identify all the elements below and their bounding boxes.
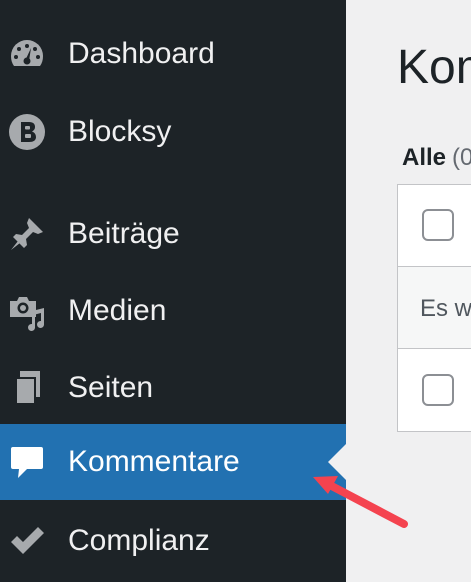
sidebar-item-label: Seiten bbox=[68, 371, 154, 404]
main-content: Kommentare Alle (0) Es wurden keine Komme… bbox=[346, 0, 471, 582]
filter-count: (0) bbox=[452, 144, 471, 171]
table-row: Es wurden keine Kommentare gefunden. bbox=[398, 267, 471, 349]
sidebar-item-kommentare[interactable]: Kommentare bbox=[0, 424, 347, 500]
sidebar-item-seiten[interactable]: Seiten bbox=[0, 350, 346, 426]
media-icon bbox=[6, 290, 48, 332]
table-header-row bbox=[398, 185, 471, 267]
filter-label: Alle bbox=[402, 144, 447, 171]
select-all-checkbox[interactable] bbox=[422, 209, 454, 241]
page-title: Kommentare bbox=[397, 41, 471, 94]
checkmark-icon bbox=[6, 520, 48, 562]
pages-icon bbox=[6, 367, 48, 409]
no-items-message: Es wurden keine Kommentare gefunden. bbox=[420, 295, 471, 322]
dashboard-icon bbox=[6, 33, 48, 75]
pin-icon bbox=[6, 213, 48, 255]
sidebar-item-label: Blocksy bbox=[68, 115, 172, 148]
sidebar-item-label: Kommentare bbox=[68, 445, 240, 478]
admin-sidebar: Dashboard Blocksy Beiträge Medien Seiten… bbox=[0, 0, 347, 582]
filter-all-link[interactable]: Alle (0) bbox=[402, 144, 471, 172]
sidebar-item-label: Complianz bbox=[68, 524, 210, 557]
sidebar-item-blocksy[interactable]: Blocksy bbox=[0, 94, 346, 170]
comment-icon bbox=[6, 441, 48, 483]
sidebar-item-label: Medien bbox=[68, 294, 167, 327]
sidebar-item-dashboard[interactable]: Dashboard bbox=[0, 16, 346, 92]
sidebar-item-label: Dashboard bbox=[68, 37, 215, 70]
sidebar-item-label: Beiträge bbox=[68, 217, 180, 250]
table-footer-row bbox=[398, 349, 471, 431]
blocksy-icon bbox=[6, 111, 48, 153]
active-menu-pointer bbox=[328, 443, 347, 481]
sidebar-item-beitraege[interactable]: Beiträge bbox=[0, 196, 346, 272]
sidebar-item-complianz[interactable]: Complianz bbox=[0, 503, 346, 579]
select-all-checkbox-footer[interactable] bbox=[422, 374, 454, 406]
sidebar-item-medien[interactable]: Medien bbox=[0, 273, 346, 349]
comments-table: Es wurden keine Kommentare gefunden. bbox=[397, 184, 471, 432]
